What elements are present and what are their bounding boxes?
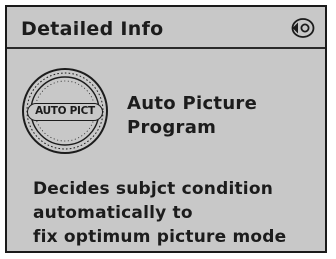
detailed-info-screen: Detailed Info AUTO PICT Auto Picture Pro… xyxy=(5,5,327,253)
description-line: automatically to xyxy=(33,203,193,223)
dial-mode-label: AUTO PICT xyxy=(27,103,103,121)
page-title: Detailed Info xyxy=(21,18,164,40)
header-bar: Detailed Info xyxy=(7,7,325,49)
description-line: fix optimum picture mode xyxy=(33,227,287,247)
mode-name-line: Program xyxy=(127,117,217,138)
scene-mode-icon xyxy=(291,18,315,38)
description-line: Decides subjct condition xyxy=(33,179,274,199)
mode-name: Auto Picture Program xyxy=(127,92,257,140)
mode-description: Decides subjct condition automatically t… xyxy=(33,177,286,249)
mode-name-line: Auto Picture xyxy=(127,93,258,114)
